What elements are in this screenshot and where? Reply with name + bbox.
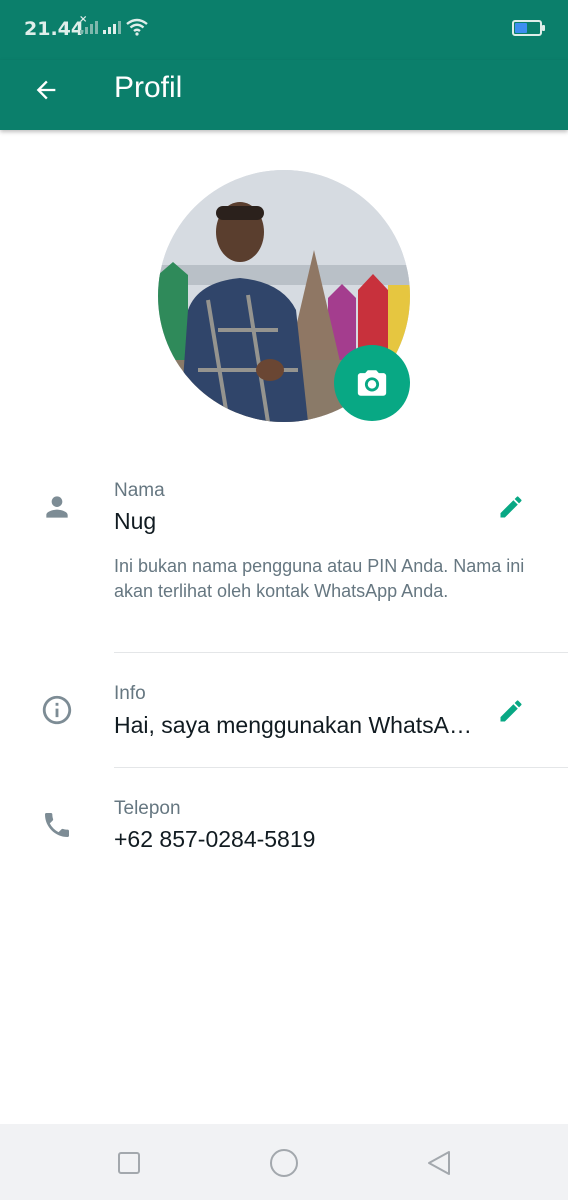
pencil-icon xyxy=(500,700,522,722)
info-icon xyxy=(40,693,74,727)
phone-icon xyxy=(40,808,74,842)
edit-info-button[interactable] xyxy=(494,694,528,728)
camera-icon xyxy=(357,370,387,396)
wifi-icon xyxy=(126,18,148,36)
info-value[interactable]: Hai, saya menggunakan WhatsA… xyxy=(114,712,472,739)
name-value[interactable]: Nug xyxy=(114,508,156,535)
pencil-icon xyxy=(500,496,522,518)
recents-square-icon xyxy=(118,1152,140,1174)
edit-name-button[interactable] xyxy=(494,490,528,524)
divider xyxy=(114,652,568,653)
signal-sim2-icon xyxy=(103,20,121,34)
back-nav-button[interactable] xyxy=(422,1146,456,1180)
system-nav-bar xyxy=(0,1124,568,1200)
home-circle-icon xyxy=(270,1149,298,1177)
back-button[interactable] xyxy=(26,70,66,110)
back-triangle-icon xyxy=(428,1151,450,1175)
name-help-text: Ini bukan nama pengguna atau PIN Anda. N… xyxy=(114,556,525,601)
status-time: 21.44 xyxy=(24,18,85,40)
signal-sim1-icon xyxy=(80,20,98,34)
change-photo-button[interactable] xyxy=(334,345,410,421)
page-title: Profil xyxy=(114,71,183,104)
info-label: Info xyxy=(114,683,146,704)
status-bar: 21.44 × xyxy=(0,0,568,60)
divider xyxy=(114,767,568,768)
person-icon xyxy=(40,490,74,524)
phone-label: Telepon xyxy=(114,798,181,819)
phone-value: +62 857-0284-5819 xyxy=(114,826,316,852)
home-button[interactable] xyxy=(267,1146,301,1180)
arrow-left-icon xyxy=(36,80,56,100)
app-bar: Profil xyxy=(0,60,568,130)
name-label: Nama xyxy=(114,480,165,501)
battery-icon xyxy=(512,20,545,36)
recents-button[interactable] xyxy=(112,1146,146,1180)
